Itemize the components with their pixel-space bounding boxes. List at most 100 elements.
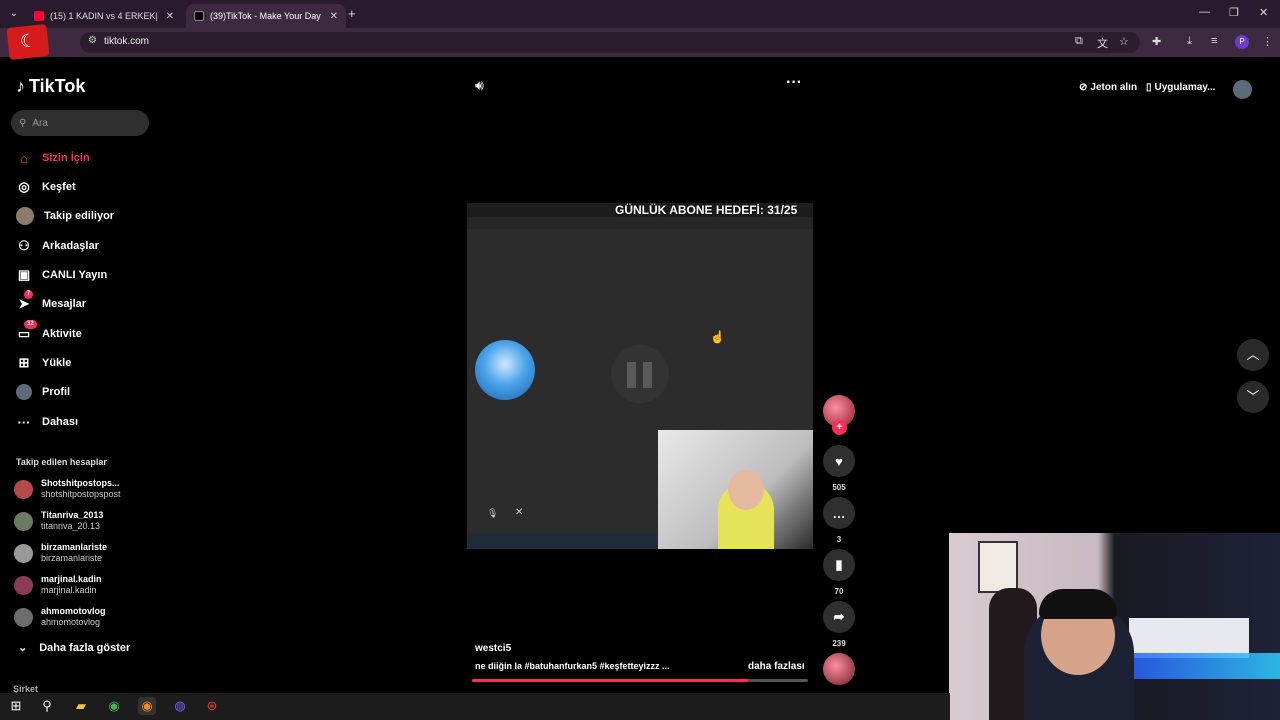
like-button[interactable]: ♥ 505	[822, 445, 856, 492]
friends-icon: ⚇	[18, 238, 30, 253]
close-window-icon[interactable]: ✕	[1259, 6, 1268, 19]
followed-account[interactable]: Titanriva_2013 titanriva_20.13	[14, 508, 103, 534]
tab-close-icon[interactable]: ✕	[166, 11, 174, 22]
followed-account[interactable]: Shotshitpostops... shotshitpostopspost	[14, 476, 121, 502]
share-count: 239	[832, 639, 846, 648]
activity-badge: 32	[24, 320, 37, 329]
new-tab-button[interactable]: +	[348, 6, 356, 21]
avatar	[14, 511, 33, 531]
more-options-icon[interactable]: ···	[786, 74, 802, 92]
video-content-addressbar	[467, 217, 813, 229]
music-disc-avatar[interactable]	[823, 653, 855, 685]
account-handle: birzamanlariste	[41, 553, 103, 563]
upload-icon: ⊞	[18, 355, 30, 370]
video-player[interactable]: GÜNLÜK ABONE HEDEFİ: 31/25 ☝ 🎙︎ ✕	[467, 203, 813, 549]
browser-profile-avatar[interactable]: P	[1235, 35, 1249, 49]
show-more-accounts-button[interactable]: ⌄ Daha fazla göster	[18, 641, 131, 655]
streamer-face	[728, 470, 764, 510]
previous-video-button[interactable]: ︿	[1237, 339, 1269, 371]
live-icon: ▣	[17, 267, 31, 282]
nav-upload[interactable]: ⊞ Yükle	[16, 353, 72, 373]
get-coins-button[interactable]: ⊘ Jeton alın	[1079, 82, 1137, 93]
youtube-icon	[34, 11, 44, 21]
browser-menu-icon[interactable]: ⋮	[1262, 35, 1273, 48]
voice-orb	[475, 340, 535, 400]
follow-plus-icon[interactable]: +	[832, 420, 847, 435]
avatar	[14, 575, 33, 595]
translate-icon[interactable]: 文	[1097, 35, 1108, 51]
followed-account[interactable]: marjinal.kadin marjinal.kadin	[14, 572, 102, 598]
get-app-button[interactable]: ▯ Uygulamay...	[1146, 82, 1215, 93]
chrome-active-icon[interactable]: ◉	[138, 697, 156, 715]
show-more-label: Daha fazla göster	[39, 641, 131, 654]
address-bar	[0, 28, 1280, 57]
nav-for-you[interactable]: ⌂ Sizin İçin	[16, 148, 90, 168]
save-button[interactable]: ▮ 70	[822, 549, 856, 596]
download-icon[interactable]: ⤓	[1187, 35, 1192, 48]
video-caption: ne diiğin la #batuhanfurkan5 #keşfetteyi…	[475, 661, 670, 671]
nav-friends[interactable]: ⚇ Arkadaşlar	[16, 236, 99, 256]
message-icon: ➤ 7	[16, 290, 34, 312]
next-video-button[interactable]: ﹀	[1237, 381, 1269, 413]
share-button[interactable]: ➦ 239	[822, 601, 856, 648]
windows-start-icon[interactable]: ⊞	[7, 697, 25, 715]
browser-tab-tiktok[interactable]: (39)TikTok - Make Your Day ✕	[186, 4, 346, 28]
reading-list-icon[interactable]: ≡	[1211, 35, 1217, 47]
account-name: Titanriva_2013	[41, 510, 104, 520]
tab-search-chevron-icon[interactable]: ⌄	[6, 6, 22, 22]
avatar-icon	[16, 207, 34, 225]
browser-tab-youtube[interactable]: (15) 1 KADIN vs 4 ERKEK| KIYAFET ✕	[26, 4, 182, 28]
video-progress-bar[interactable]	[472, 679, 808, 682]
save-count: 70	[834, 587, 844, 596]
nav-explore[interactable]: ◎ Keşfet	[16, 177, 75, 197]
mic-icon: 🎙︎	[487, 508, 499, 518]
file-explorer-icon[interactable]: ▰	[72, 697, 90, 715]
account-name: birzamanlariste	[41, 542, 108, 552]
tiktok-logo[interactable]: ♪ TikTok	[16, 76, 85, 97]
extensions-icon[interactable]: ✚	[1152, 35, 1161, 48]
nav-messages[interactable]: ➤ 7 Mesajlar	[16, 290, 87, 314]
followed-account[interactable]: birzamanlariste birzamanlariste	[14, 540, 107, 566]
hand-cursor-icon: ☝	[710, 330, 725, 344]
app-icon[interactable]: ⊛	[203, 697, 221, 715]
headphones	[1039, 589, 1117, 619]
tab-close-icon[interactable]: ✕	[330, 11, 338, 22]
minimize-icon[interactable]: —	[1199, 6, 1210, 18]
video-webcam-overlay	[658, 430, 813, 549]
nav-label: Sizin İçin	[42, 152, 90, 164]
get-coins-label: Jeton alın	[1090, 82, 1138, 93]
omnibox[interactable]	[80, 32, 1140, 53]
url-text[interactable]: tiktok.com	[104, 36, 149, 47]
bookmark-star-icon[interactable]: ☆	[1119, 35, 1129, 48]
nav-profile[interactable]: Profil	[16, 382, 70, 402]
browser-tab-bar: ⌄ (15) 1 KADIN vs 4 ERKEK| KIYAFET ✕ (39…	[0, 0, 1280, 28]
discord-icon[interactable]: ◍	[171, 697, 189, 715]
account-handle: shotshitpostopspost	[41, 489, 121, 499]
video-author[interactable]: westci5	[475, 643, 511, 654]
install-icon[interactable]: ⧉	[1075, 35, 1083, 48]
chrome-icon[interactable]: ◉	[105, 697, 123, 715]
followed-accounts-title: Takip edilen hesaplar	[16, 457, 107, 467]
restore-icon[interactable]: ❐	[1229, 6, 1239, 19]
show-more-caption-button[interactable]: daha fazlası	[748, 661, 805, 672]
user-avatar[interactable]	[1233, 80, 1252, 99]
more-icon: ···	[17, 414, 31, 430]
nav-activity[interactable]: ▭ 32 Aktivite	[16, 320, 82, 344]
bookmark-icon: ▮	[823, 549, 855, 581]
search-input[interactable]: ⚲ Ara	[11, 110, 149, 136]
nav-label: Mesajlar	[42, 298, 87, 310]
pause-icon[interactable]	[611, 345, 669, 403]
video-overlay-headline: GÜNLÜK ABONE HEDEFİ: 31/25	[615, 203, 798, 217]
avatar	[14, 543, 33, 563]
nav-label: CANLI Yayın	[42, 269, 108, 281]
search-icon[interactable]: ⚲	[38, 697, 56, 715]
nav-more[interactable]: ··· Dahası	[16, 412, 79, 432]
site-settings-icon[interactable]: ⚙	[88, 35, 97, 46]
followed-account[interactable]: ahmomotovlog ahmomotovlog	[14, 604, 106, 630]
volume-icon[interactable]: 🔊︎	[475, 77, 484, 94]
account-name: ahmomotovlog	[41, 606, 106, 616]
nav-following[interactable]: Takip ediliyor	[16, 206, 114, 226]
nav-live[interactable]: ▣ CANLI Yayın	[16, 265, 107, 285]
comment-button[interactable]: … 3	[822, 497, 856, 544]
shelf	[1129, 618, 1249, 658]
